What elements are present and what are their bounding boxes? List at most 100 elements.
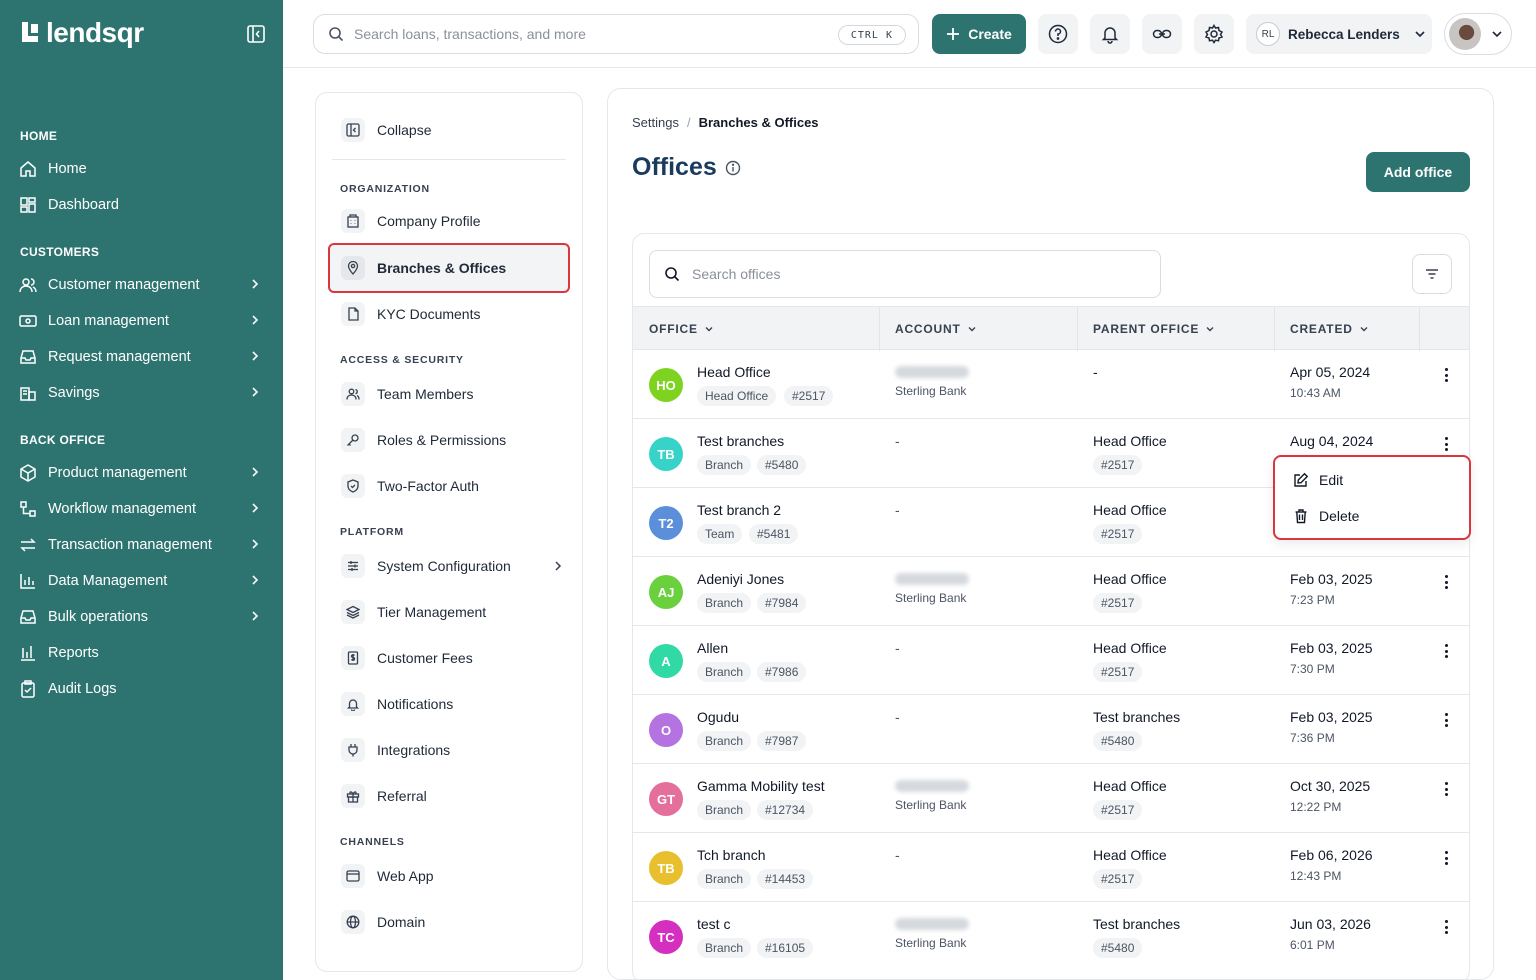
table-row[interactable]: A Allen Branch #7986 - Head Office #2517… <box>633 626 1469 695</box>
settings-item-notifications[interactable]: Notifications <box>341 688 571 720</box>
chevron-right-icon <box>252 315 259 325</box>
account-bank: Sterling Bank <box>895 936 967 950</box>
settings-item-roles-permissions[interactable]: Roles & Permissions <box>341 424 571 456</box>
settings-button[interactable] <box>1194 14 1234 54</box>
settings-item-kyc-documents[interactable]: KYC Documents <box>341 298 571 330</box>
nav-section-customers: CUSTOMERS <box>20 245 100 259</box>
settings-item-web-app[interactable]: Web App <box>341 860 571 892</box>
settings-item-branches-offices[interactable]: Branches & Offices <box>341 252 571 284</box>
settings-item-company-profile[interactable]: Company Profile <box>341 205 571 237</box>
breadcrumb-settings[interactable]: Settings <box>632 115 679 130</box>
nav-item-data-management[interactable]: Data Management <box>18 567 268 595</box>
table-row[interactable]: AJ Adeniyi Jones Branch #7984 Sterling B… <box>633 557 1469 626</box>
profile-menu[interactable] <box>1444 13 1512 55</box>
link-button[interactable] <box>1142 14 1182 54</box>
table-row[interactable]: O Ogudu Branch #7987 - Test branches #54… <box>633 695 1469 764</box>
col-office[interactable]: OFFICE <box>649 322 714 336</box>
nav-item-audit-logs[interactable]: Audit Logs <box>18 675 268 703</box>
inbox-icon <box>18 347 38 367</box>
nav-item-reports[interactable]: Reports <box>18 639 268 667</box>
nav-item-savings[interactable]: Savings <box>18 379 268 407</box>
offices-search-input[interactable]: Search offices <box>649 250 1161 298</box>
account-number-redacted <box>895 780 969 792</box>
created-time: 12:22 PM <box>1290 800 1342 814</box>
table-row[interactable]: HO Head Office Head Office #2517 Sterlin… <box>633 350 1469 419</box>
map-pin-icon <box>341 256 365 280</box>
chevron-right-icon <box>252 539 259 549</box>
nav-item-label: Data Management <box>48 573 168 589</box>
help-button[interactable] <box>1038 14 1078 54</box>
account-empty: - <box>895 640 900 656</box>
settings-item-domain[interactable]: Domain <box>341 906 571 938</box>
chevron-down-icon <box>968 327 976 332</box>
row-actions-button[interactable] <box>1439 366 1453 384</box>
nav-item-loan-management[interactable]: Loan management <box>18 307 268 335</box>
col-parent-office[interactable]: PARENT OFFICE <box>1093 322 1215 336</box>
office-name: Gamma Mobility test <box>697 778 825 794</box>
sidebar-collapse-icon[interactable] <box>246 24 266 44</box>
box-icon <box>18 463 38 483</box>
created-time: 6:01 PM <box>1290 938 1335 952</box>
settings-item-system-configuration[interactable]: System Configuration <box>341 550 571 582</box>
add-office-button[interactable]: Add office <box>1366 152 1470 192</box>
settings-item-label: Notifications <box>377 696 454 712</box>
search-icon <box>329 27 344 42</box>
search-placeholder: Search loans, transactions, and more <box>354 26 586 42</box>
edit-menu-item[interactable]: Edit <box>1293 468 1343 492</box>
nav-item-home[interactable]: Home <box>18 155 268 183</box>
parent-code-badge: #2517 <box>1093 662 1143 682</box>
info-icon[interactable] <box>725 160 741 176</box>
office-code-badge: #5481 <box>749 524 799 544</box>
account-empty: - <box>895 709 900 725</box>
account-switcher[interactable]: RL Rebecca Lenders <box>1246 14 1432 54</box>
settings-item-label: Two-Factor Auth <box>377 478 479 494</box>
nav-item-product-management[interactable]: Product management <box>18 459 268 487</box>
nav-item-transaction-management[interactable]: Transaction management <box>18 531 268 559</box>
filter-button[interactable] <box>1412 254 1452 294</box>
row-actions-button[interactable] <box>1439 711 1453 729</box>
settings-item-referral[interactable]: Referral <box>341 780 571 812</box>
settings-item-team-members[interactable]: Team Members <box>341 378 571 410</box>
office-name: Adeniyi Jones <box>697 571 785 587</box>
col-account[interactable]: ACCOUNT <box>895 322 977 336</box>
chevron-down-icon <box>1206 327 1214 332</box>
users-icon <box>18 275 38 295</box>
delete-label: Delete <box>1319 508 1360 524</box>
table-row[interactable]: TC test c Branch #16105 Sterling Bank Te… <box>633 902 1469 971</box>
row-actions-button[interactable] <box>1439 918 1453 936</box>
nav-item-workflow-management[interactable]: Workflow management <box>18 495 268 523</box>
create-button[interactable]: Create <box>932 14 1026 54</box>
table-row[interactable]: GT Gamma Mobility test Branch #12734 Ste… <box>633 764 1469 833</box>
parent-office: Head Office <box>1093 502 1167 518</box>
settings-item-tier-management[interactable]: Tier Management <box>341 596 571 628</box>
shield-icon <box>341 474 365 498</box>
row-actions-button[interactable] <box>1439 849 1453 867</box>
account-empty: - <box>895 502 900 518</box>
notifications-button[interactable] <box>1090 14 1130 54</box>
settings-item-label: Team Members <box>377 386 474 402</box>
settings-collapse-button[interactable]: Collapse <box>341 114 571 146</box>
row-actions-button[interactable] <box>1439 642 1453 660</box>
col-created[interactable]: CREATED <box>1290 322 1369 336</box>
row-actions-button[interactable] <box>1439 780 1453 798</box>
settings-item-customer-fees[interactable]: Customer Fees <box>341 642 571 674</box>
nav-item-customer-management[interactable]: Customer management <box>18 271 268 299</box>
delete-menu-item[interactable]: Delete <box>1293 504 1359 528</box>
nav-item-bulk-operations[interactable]: Bulk operations <box>18 603 268 631</box>
settings-item-two-factor-auth[interactable]: Two-Factor Auth <box>341 470 571 502</box>
row-actions-button[interactable] <box>1439 573 1453 591</box>
settings-item-label: Web App <box>377 868 434 884</box>
nav-item-dashboard[interactable]: Dashboard <box>18 191 268 219</box>
global-search-input[interactable]: Search loans, transactions, and more CTR… <box>313 14 919 54</box>
settings-item-integrations[interactable]: Integrations <box>341 734 571 766</box>
nav-item-request-management[interactable]: Request management <box>18 343 268 371</box>
table-row[interactable]: TB Tch branch Branch #14453 - Head Offic… <box>633 833 1469 902</box>
divider <box>332 159 566 160</box>
office-type-badge: Branch <box>697 455 752 475</box>
row-actions-button[interactable] <box>1439 435 1453 453</box>
lendsqr-logo[interactable]: lendsqr <box>20 18 144 48</box>
section-platform: PLATFORM <box>340 526 404 538</box>
account-bank: Sterling Bank <box>895 384 967 398</box>
table-header: OFFICE ACCOUNT PARENT OFFICE CREATED <box>633 306 1469 351</box>
account-name: Rebecca Lenders <box>1288 26 1400 42</box>
